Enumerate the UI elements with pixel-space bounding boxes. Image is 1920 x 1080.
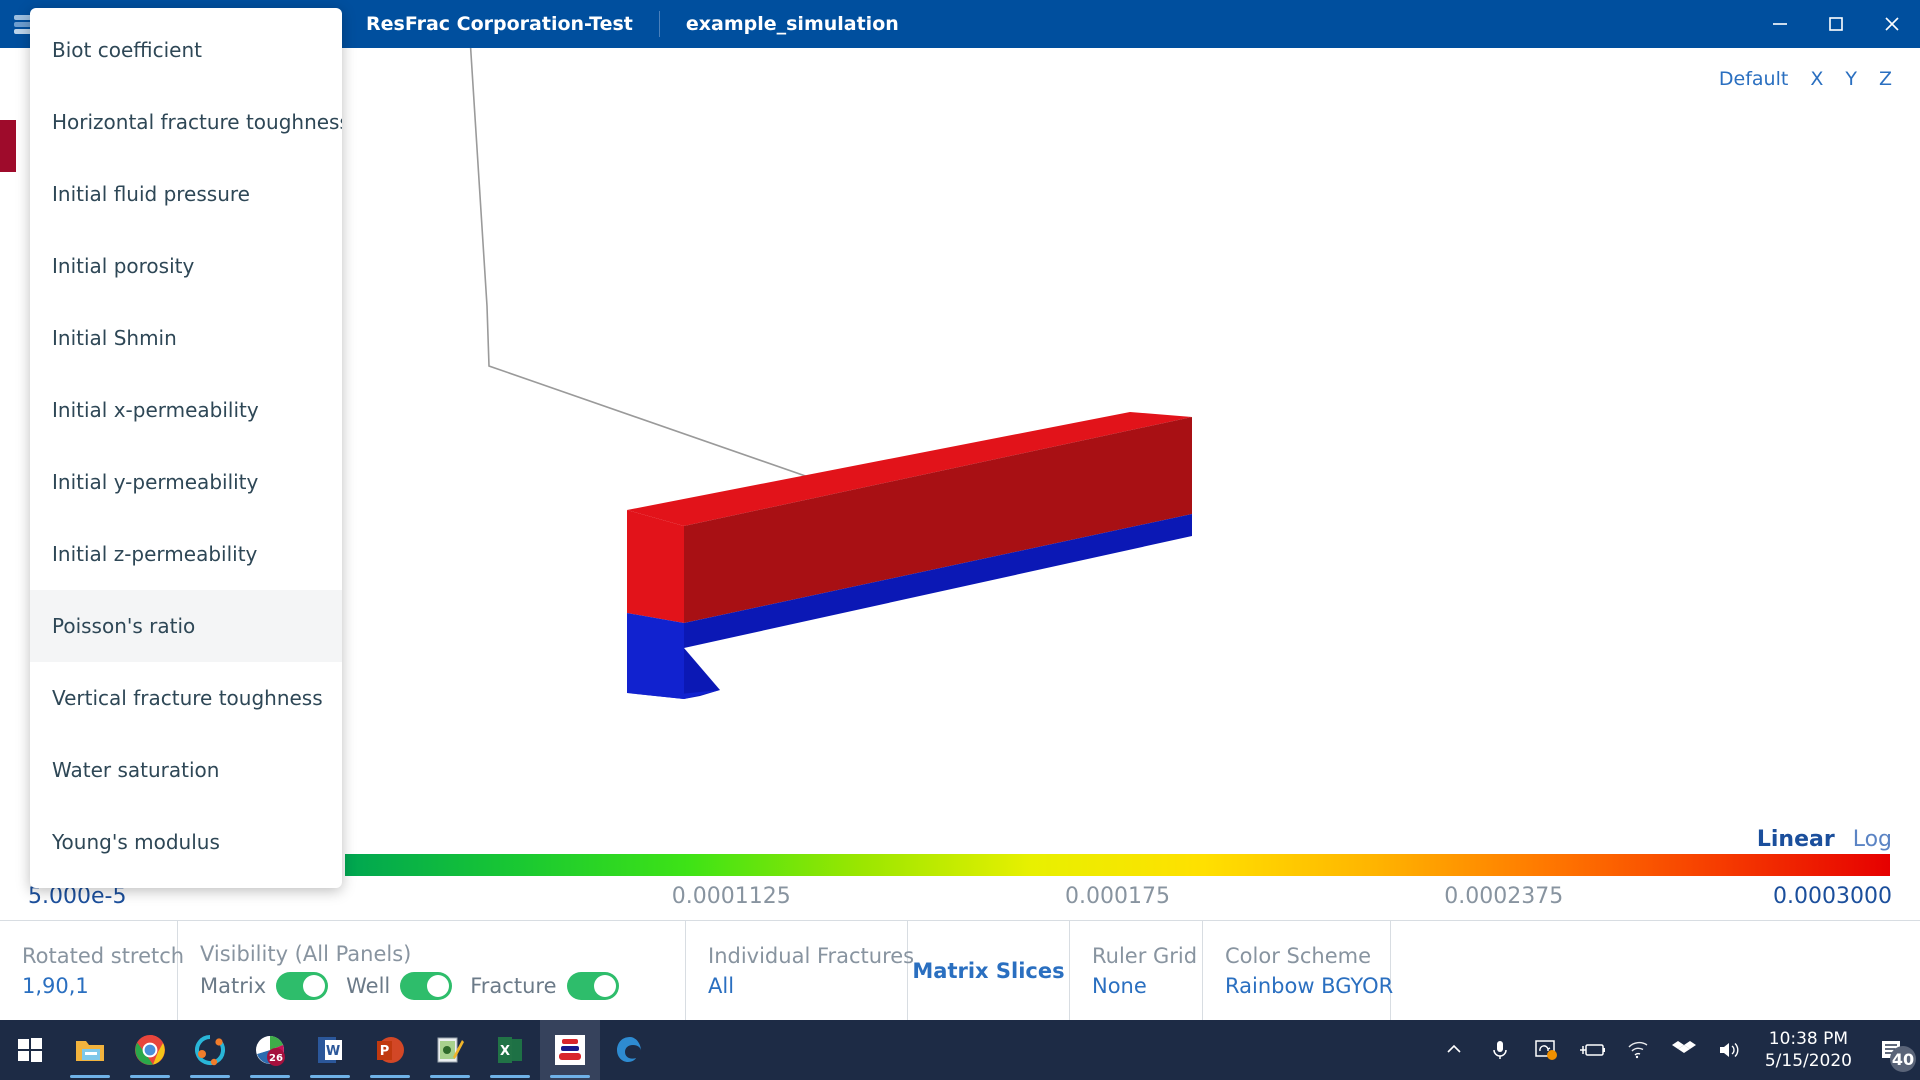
visibility-toggle-label: Well [346,973,391,998]
excel-icon[interactable]: X [480,1020,540,1080]
clock-time: 10:38 PM [1768,1028,1849,1049]
dropdown-item-0[interactable]: Biot coefficient [30,14,342,86]
dropdown-item-label: Initial z-permeability [52,542,258,566]
visibility-control: Visibility (All Panels) Matrix Well Fractu… [178,921,686,1020]
system-tray: 10:38 PM 5/15/2020 40 [1431,1020,1920,1080]
calendar-app-icon[interactable]: 26 [240,1020,300,1080]
clock-date: 5/15/2020 [1764,1051,1852,1071]
toggle-switch[interactable] [276,971,329,1000]
dropdown-item-label: Poisson's ratio [52,614,196,638]
svg-text:W: W [326,1044,340,1059]
dropdown-item-label: Initial Shmin [52,326,177,350]
dropdown-item-label: Horizontal fracture toughness [52,110,342,134]
ruler-grid-value[interactable]: None [1092,974,1180,998]
color-legend-tick-1: 0.0001125 [671,884,791,909]
dropdown-item-9[interactable]: Vertical fracture toughness [30,662,342,734]
color-scheme-control[interactable]: Color Scheme Rainbow BGYOR [1203,921,1393,1020]
rotated-stretch-control[interactable]: Rotated stretch 1,90,1 [0,921,185,1020]
dropdown-item-4[interactable]: Initial Shmin [30,302,342,374]
visibility-toggle-label: Matrix [200,973,267,998]
window-controls [1752,0,1920,48]
dropdown-item-label: Initial y-permeability [52,470,259,494]
visibility-toggle-well[interactable]: Well [346,971,453,1000]
microphone-icon[interactable] [1477,1020,1523,1080]
color-scheme-value[interactable]: Rainbow BGYOR [1225,974,1393,998]
windows-taskbar: 26 W P X 10:38 PM 5/15/2020 40 [0,1020,1920,1080]
visibility-toggle-matrix[interactable]: Matrix [200,971,329,1000]
dropbox-icon[interactable] [1661,1020,1707,1080]
ruler-grid-control[interactable]: Ruler Grid None [1070,921,1203,1020]
dropdown-item-2[interactable]: Initial fluid pressure [30,158,342,230]
breadcrumb-project[interactable]: ResFrac Corporation-Test [340,0,659,48]
dropdown-item-label: Initial x-permeability [52,398,259,422]
color-legend-tick-4[interactable]: 0.0003000 [1773,884,1892,909]
property-selector-dropdown[interactable]: Biot coefficient Horizontal fracture toug… [30,8,342,888]
dropdown-item-11[interactable]: Young's modulus [30,806,342,878]
breadcrumb: ResFrac Corporation-Test example_simulat… [340,0,925,48]
rotated-stretch-value[interactable]: 1,90,1 [22,974,155,998]
powerpoint-icon[interactable]: P [360,1020,420,1080]
dropdown-item-label: Vertical fracture toughness [52,686,323,710]
dropdown-item-6[interactable]: Initial y-permeability [30,446,342,518]
individual-fractures-label: Individual Fractures [708,943,915,968]
dropdown-item-3[interactable]: Initial porosity [30,230,342,302]
dropdown-item-label: Water saturation [52,758,220,782]
minimize-button[interactable] [1752,0,1808,48]
visibility-toggle-row: Matrix Well Fracture [200,971,663,1000]
edge-icon[interactable] [600,1020,660,1080]
dropdown-item-label: Initial porosity [52,254,195,278]
windows-start-icon[interactable] [0,1020,60,1080]
color-legend-tick-2: 0.000175 [1065,884,1170,909]
visibility-toggle-fracture[interactable]: Fracture [470,971,619,1000]
dropdown-item-label: Biot coefficient [52,38,202,62]
screen-snip-icon[interactable] [1523,1020,1569,1080]
notifications-button[interactable]: 40 [1864,1020,1920,1080]
svg-text:P: P [380,1044,390,1059]
notepad-icon[interactable] [420,1020,480,1080]
toggle-switch[interactable] [400,971,453,1000]
show-hidden-icons-chevron[interactable] [1431,1020,1477,1080]
color-scheme-label: Color Scheme [1225,943,1371,968]
ruler-grid-label: Ruler Grid [1092,943,1198,968]
color-legend-tick-labels: 5.000e-5 0.0001125 0.000175 0.0002375 0.0003… [0,884,1920,918]
wifi-icon[interactable] [1615,1020,1661,1080]
dropdown-item-7[interactable]: Initial z-permeability [30,518,342,590]
rotated-stretch-label: Rotated stretch [22,943,185,968]
bottom-toolbar: Rotated stretch 1,90,1 Visibility (All P… [0,920,1920,1020]
visibility-toggle-label: Fracture [470,973,557,998]
svg-text:X: X [500,1044,510,1059]
toggle-switch[interactable] [566,971,619,1000]
file-explorer-icon[interactable] [60,1020,120,1080]
matrix-slices-label[interactable]: Matrix Slices [912,959,1064,983]
visibility-label: Visibility (All Panels) [200,941,412,966]
dropdown-item-1[interactable]: Horizontal fracture toughness [30,86,342,158]
notification-count-badge: 40 [1890,1046,1916,1072]
resfrac-icon[interactable] [540,1020,600,1080]
color-gradient-bar[interactable] [345,854,1890,876]
dropdown-item-10[interactable]: Water saturation [30,734,342,806]
close-button[interactable] [1864,0,1920,48]
taskbar-clock[interactable]: 10:38 PM 5/15/2020 [1753,1028,1864,1072]
individual-fractures-control[interactable]: Individual Fractures All [686,921,915,1020]
google-chrome-icon[interactable] [120,1020,180,1080]
maximize-button[interactable] [1808,0,1864,48]
individual-fractures-value[interactable]: All [708,974,885,998]
color-legend-tick-3: 0.0002375 [1444,884,1564,909]
resfrac-application-window: ResFrac Corporation-Test example_simulat… [0,0,1920,1080]
teal-app-icon[interactable] [180,1020,240,1080]
matrix-slices-button[interactable]: Matrix Slices [908,921,1070,1020]
toolbar-empty-area [1391,921,1920,1020]
word-icon[interactable]: W [300,1020,360,1080]
dropdown-item-label: Young's modulus [52,830,220,854]
dropdown-item-8[interactable]: Poisson's ratio [30,590,342,662]
svg-text:26: 26 [269,1053,283,1064]
dropdown-item-label: Initial fluid pressure [52,182,250,206]
dropdown-item-5[interactable]: Initial x-permeability [30,374,342,446]
battery-charging-icon[interactable] [1569,1020,1615,1080]
volume-icon[interactable] [1707,1020,1753,1080]
breadcrumb-simulation[interactable]: example_simulation [660,0,925,48]
